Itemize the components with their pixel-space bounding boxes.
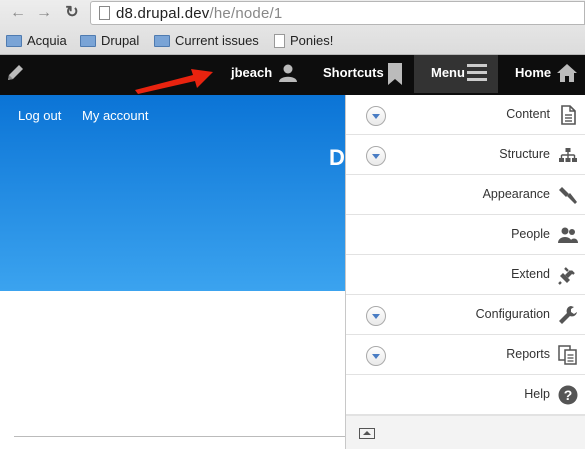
menu-tab[interactable]: Menu (431, 55, 487, 95)
appearance-icon (559, 187, 577, 204)
reports-icon (558, 345, 577, 365)
tray-item-appearance[interactable]: Appearance (346, 175, 585, 215)
expand-chevron-icon[interactable] (366, 346, 386, 366)
configuration-icon (559, 306, 577, 324)
people-icon (558, 227, 578, 243)
expand-chevron-icon[interactable] (366, 306, 386, 326)
tray-item-content[interactable]: Content (346, 95, 585, 135)
document-icon (274, 34, 285, 48)
url-path: /he/node/1 (209, 5, 283, 22)
tray-item-extend[interactable]: Extend (346, 255, 585, 295)
menu-tray: Content Structure Appearance People Exte… (345, 95, 585, 449)
tray-item-help[interactable]: Help ? (346, 375, 585, 415)
home-label: Home (515, 65, 552, 80)
my-account-link[interactable]: My account (82, 108, 148, 123)
shortcuts-label: Shortcuts (323, 65, 384, 80)
folder-icon (6, 35, 22, 47)
help-icon: ? (558, 385, 578, 405)
user-name: jbeach (231, 65, 273, 80)
logout-link[interactable]: Log out (18, 108, 61, 123)
tray-item-configuration[interactable]: Configuration (346, 295, 585, 335)
bookmark-current-issues[interactable]: Current issues (154, 31, 259, 51)
page-icon (99, 6, 110, 20)
bookmark-ponies[interactable]: Ponies! (274, 31, 333, 51)
tray-item-label: Reports (506, 347, 550, 361)
bookmarks-bar: Acquia Drupal Current issues Ponies! (0, 30, 585, 52)
extend-icon (558, 267, 575, 285)
user-icon (279, 64, 297, 82)
tray-item-structure[interactable]: Structure (346, 135, 585, 175)
admin-toolbar: jbeach Shortcuts Menu Home (0, 55, 585, 95)
back-icon[interactable]: ← (8, 4, 28, 22)
shortcuts-tab[interactable]: Shortcuts (323, 55, 402, 95)
tray-item-label: Extend (511, 267, 550, 281)
annotation-arrow (135, 69, 213, 94)
orientation-toggle-icon[interactable] (359, 428, 375, 439)
structure-icon (559, 148, 577, 162)
home-icon (557, 64, 577, 82)
tray-item-label: Help (524, 387, 550, 401)
page-title: D (329, 145, 345, 170)
page-header: Log out My account D (0, 95, 345, 291)
hamburger-icon (467, 64, 487, 82)
forward-icon[interactable]: → (34, 4, 54, 22)
user-tab[interactable]: jbeach (231, 55, 297, 95)
edit-pencil-icon[interactable] (5, 63, 25, 83)
tray-item-label: People (511, 227, 550, 241)
tray-item-reports[interactable]: Reports (346, 335, 585, 375)
home-tab[interactable]: Home (515, 55, 577, 95)
tray-footer (346, 415, 585, 449)
expand-chevron-icon[interactable] (366, 146, 386, 166)
url-host: d8.drupal.dev (116, 5, 210, 22)
url-text: d8.drupal.dev/he/node/1 (116, 5, 282, 22)
tray-item-label: Content (506, 107, 550, 121)
bookmark-label: Current issues (175, 33, 259, 48)
expand-chevron-icon[interactable] (366, 106, 386, 126)
reload-icon[interactable]: ↻ (62, 4, 82, 22)
bookmark-label: Acquia (27, 33, 67, 48)
tray-item-label: Structure (499, 147, 550, 161)
bookmark-acquia[interactable]: Acquia (6, 31, 67, 51)
folder-icon (80, 35, 96, 47)
menu-label: Menu (431, 65, 465, 80)
content-divider (14, 436, 345, 437)
bookmark-label: Ponies! (290, 33, 334, 48)
tray-item-label: Configuration (475, 307, 550, 321)
tray-item-label: Appearance (482, 187, 550, 201)
address-bar[interactable]: d8.drupal.dev/he/node/1 (90, 1, 585, 25)
bookmark-label: Drupal (101, 33, 140, 48)
bookmark-icon (388, 63, 402, 85)
tray-item-people[interactable]: People (346, 215, 585, 255)
browser-chrome: ← → ↻ d8.drupal.dev/he/node/1 Acquia Dru… (0, 0, 585, 55)
content-icon (561, 105, 576, 125)
svg-text:?: ? (564, 387, 573, 403)
bookmark-drupal[interactable]: Drupal (80, 31, 139, 51)
folder-icon (154, 35, 170, 47)
